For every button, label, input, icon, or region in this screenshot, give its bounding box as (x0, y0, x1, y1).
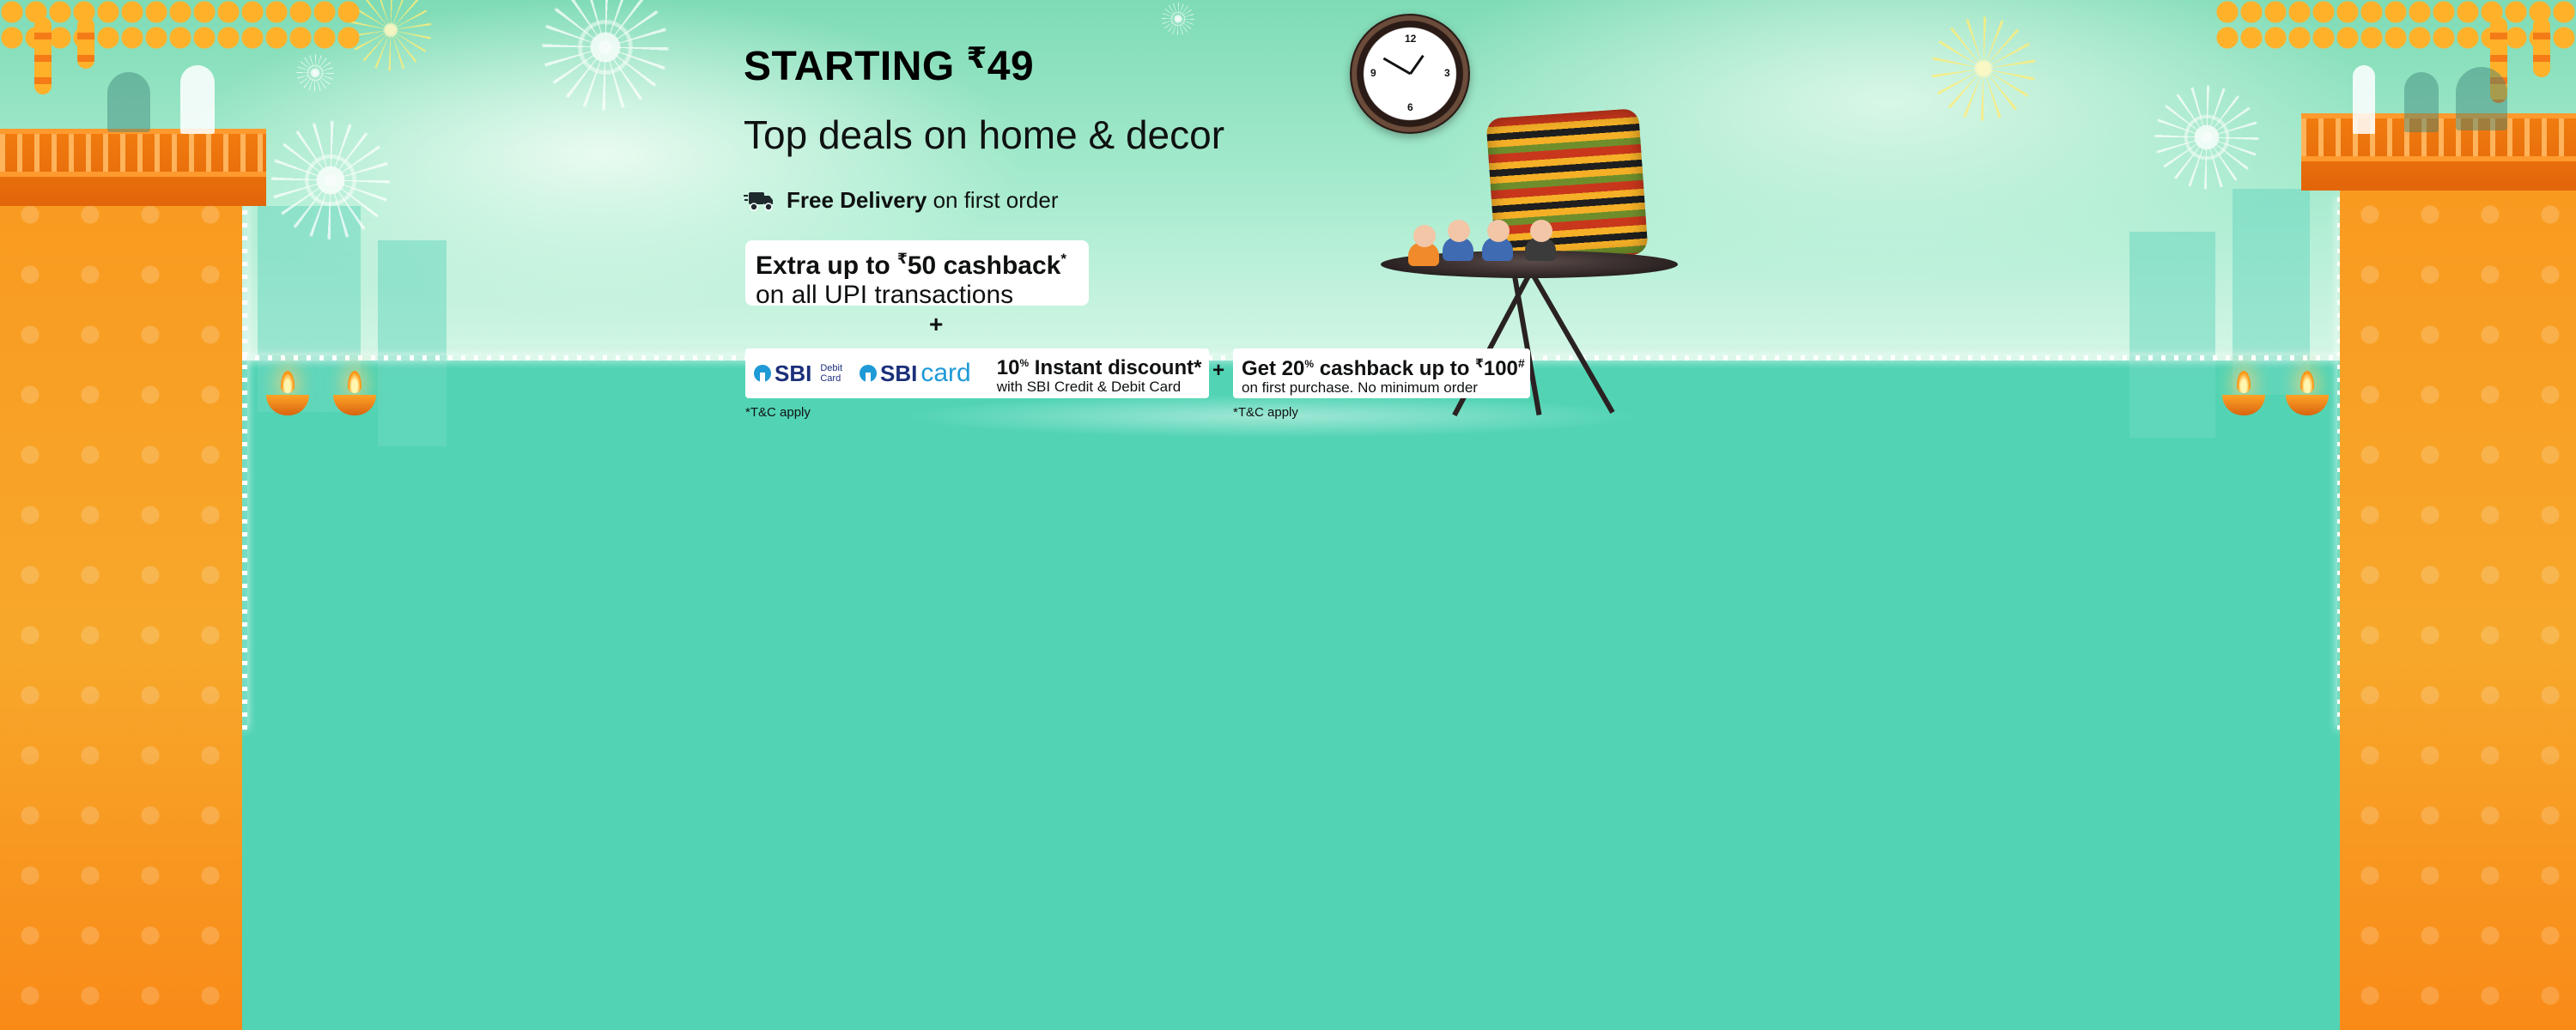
marigold-garland (34, 17, 52, 94)
right-pillar (2340, 185, 2576, 1030)
currency-symbol: ₹ (897, 251, 908, 267)
skyline-building (2129, 232, 2215, 438)
balcony-railing (0, 129, 266, 177)
monk-figurine-image (1408, 225, 1439, 266)
diya-lamp-icon (2222, 371, 2265, 422)
upi-offer-title: Extra up to ₹50 cashback* (756, 244, 1078, 282)
wall-clock-image: 12 3 6 9 (1350, 14, 1470, 134)
upi-offer-prefix: Extra up to (756, 251, 890, 280)
asterisk: * (1060, 251, 1066, 267)
crowd-silhouette (2456, 67, 2507, 130)
left-pillar (0, 185, 242, 1030)
sbi-debit-label: Debit Card (820, 363, 843, 384)
dancer-silhouette (107, 72, 150, 132)
musician-figure (2353, 65, 2375, 134)
delivery-truck-icon (744, 191, 773, 211)
firework-decoration (294, 52, 337, 94)
diya-lamp-icon (266, 371, 309, 422)
musician-silhouette (2404, 72, 2439, 132)
sbi-offer-title: 10% Instant discount* (996, 356, 1202, 379)
monk-figurine-image (1443, 220, 1473, 261)
string-lights (242, 197, 247, 730)
first-purchase-cashback-offer[interactable]: Get 20% cashback up to ₹100# on first pu… (1233, 348, 1530, 398)
firework-decoration (1159, 0, 1197, 38)
subheadline: Top deals on home & decor (744, 112, 1225, 157)
sbi-debit-logo: SBI Debit Card (754, 360, 842, 387)
sbi-offer-subtitle: with SBI Credit & Debit Card (996, 379, 1182, 395)
firework-decoration (2147, 77, 2267, 197)
headline-prefix: STARTING (744, 44, 955, 89)
sbi-card-logo: SBI card (860, 359, 971, 388)
firework-decoration (262, 112, 399, 249)
monk-figurine-image (1482, 220, 1513, 261)
cashback-offer-subtitle: on first purchase. No minimum order (1242, 379, 1478, 396)
upi-cashback-offer[interactable]: Extra up to ₹50 cashback* on all UPI tra… (745, 240, 1089, 309)
marigold-garland (2215, 0, 2576, 52)
sbi-logo-text: SBI (775, 360, 812, 386)
marigold-garland (77, 17, 94, 69)
currency-symbol: ₹ (966, 42, 987, 75)
sbi-card-offer[interactable]: SBI Debit Card SBI card 10% Instant disco… (745, 348, 1209, 398)
monk-figurine-image (1525, 220, 1556, 261)
balcony-railing (2301, 113, 2576, 161)
marigold-garland (2533, 17, 2550, 77)
cashback-offer-title: Get 20% cashback up to ₹100# (1242, 356, 1525, 380)
skyline-building (2233, 189, 2310, 395)
sbi-logo-icon (860, 365, 878, 382)
diya-lamp-icon (333, 371, 376, 422)
free-delivery-note: Free Delivery on first order (744, 187, 1059, 214)
upi-offer-amount: 50 cashback (907, 251, 1061, 280)
terms-note[interactable]: *T&C apply (1233, 405, 1298, 420)
sbi-logo-icon (754, 365, 771, 382)
delivery-bold-text: Free Delivery (787, 187, 927, 213)
delivery-text: on first order (933, 187, 1059, 213)
sbi-logo-text: SBI (880, 360, 918, 386)
terms-note[interactable]: *T&C apply (745, 405, 811, 420)
dancer-figure (180, 65, 215, 134)
upi-offer-subtitle: on all UPI transactions (756, 281, 1014, 309)
sbi-offer-text: 10% Instant discount* with SBI Credit & … (997, 352, 1202, 395)
left-balcony (0, 129, 266, 206)
plus-connector: + (1212, 359, 1225, 382)
right-balcony (2301, 113, 2576, 191)
firework-decoration (1923, 9, 2044, 129)
sbi-card-word: card (920, 359, 971, 387)
marigold-garland (0, 0, 361, 52)
skyline-building (378, 240, 447, 446)
headline-price: 49 (987, 44, 1035, 89)
headline: STARTING ₹49 (744, 41, 1034, 90)
diya-lamp-icon (2286, 371, 2329, 422)
plus-connector: + (929, 311, 944, 337)
